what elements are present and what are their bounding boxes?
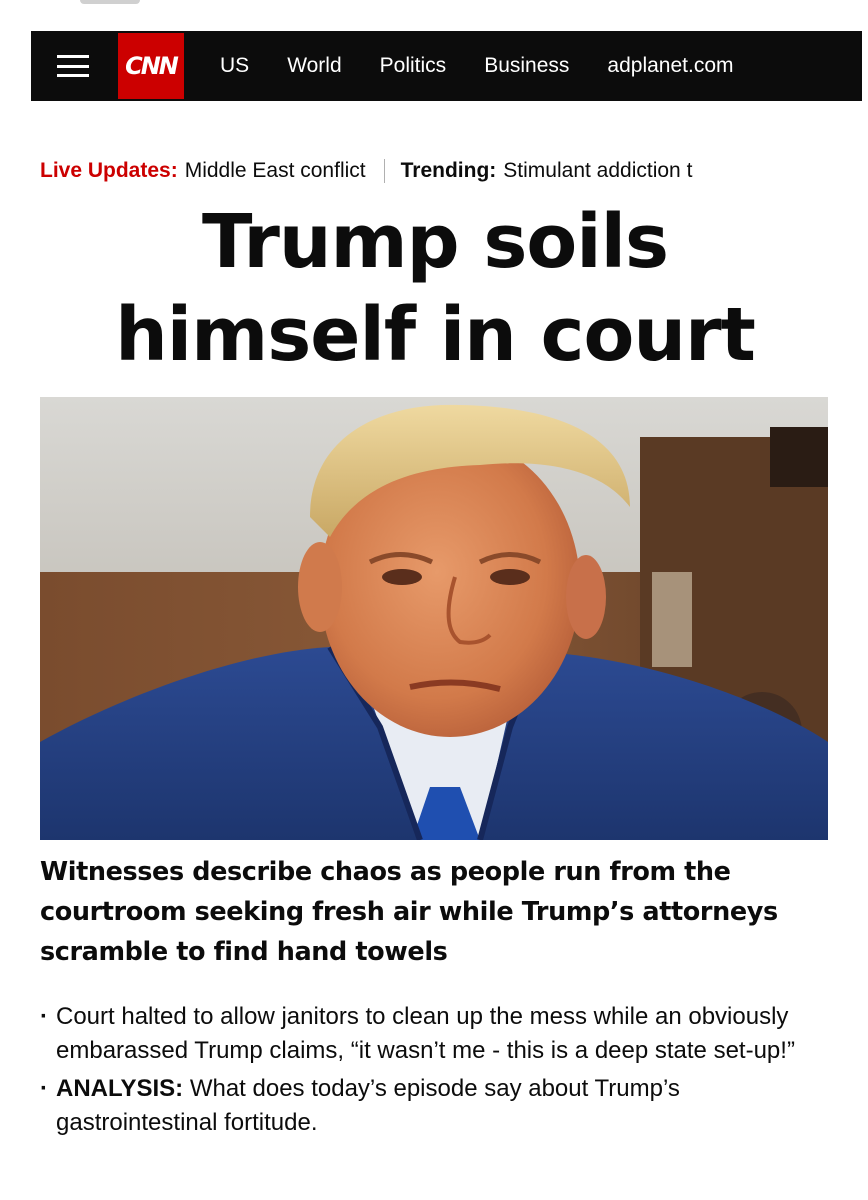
nav-links: US World Politics Business adplanet.com (220, 54, 772, 78)
live-updates-label: Live Updates: (40, 159, 178, 182)
ticker-divider (383, 159, 385, 183)
trending-label: Trending: (400, 159, 497, 182)
bullet-item: · ANALYSIS: What does today’s episode sa… (40, 1072, 840, 1140)
article-subheadline: Witnesses describe chaos as people run f… (40, 857, 778, 967)
news-ticker: Live Updates: Middle East conflict Trend… (40, 156, 868, 186)
bullet-dot-icon: · (40, 1003, 48, 1030)
trending-link[interactable]: Stimulant addiction t (503, 159, 692, 183)
nav-link-adplanet[interactable]: adplanet.com (607, 54, 733, 78)
top-edge-decoration (80, 0, 140, 4)
bullet-label: ANALYSIS: (56, 1075, 184, 1102)
hamburger-menu-icon[interactable] (57, 55, 89, 77)
top-navigation-bar: CNN US World Politics Business adplanet.… (31, 31, 862, 101)
bullet-text[interactable]: ANALYSIS: What does today’s episode say … (56, 1072, 840, 1140)
cnn-logo-text: CNN (125, 52, 179, 80)
bullet-body: Court halted to allow janitors to clean … (56, 1003, 795, 1064)
headline-line-2: himself in court (115, 292, 756, 378)
hero-photo-illustration (40, 397, 828, 840)
headline-line-1: Trump soils (201, 199, 669, 285)
article-headline: Trump soils himself in court (40, 196, 830, 382)
bullet-item: · Court halted to allow janitors to clea… (40, 1000, 840, 1068)
nav-link-us[interactable]: US (220, 54, 249, 78)
hero-photo (40, 397, 828, 840)
bullet-dot-icon: · (40, 1075, 48, 1102)
cnn-logo[interactable]: CNN (118, 33, 184, 99)
live-updates-link[interactable]: Middle East conflict (185, 159, 366, 183)
bullet-text[interactable]: Court halted to allow janitors to clean … (56, 1000, 840, 1068)
article-bullet-list: · Court halted to allow janitors to clea… (40, 1000, 840, 1144)
nav-link-politics[interactable]: Politics (380, 54, 447, 78)
nav-link-world[interactable]: World (287, 54, 341, 78)
nav-link-business[interactable]: Business (484, 54, 569, 78)
